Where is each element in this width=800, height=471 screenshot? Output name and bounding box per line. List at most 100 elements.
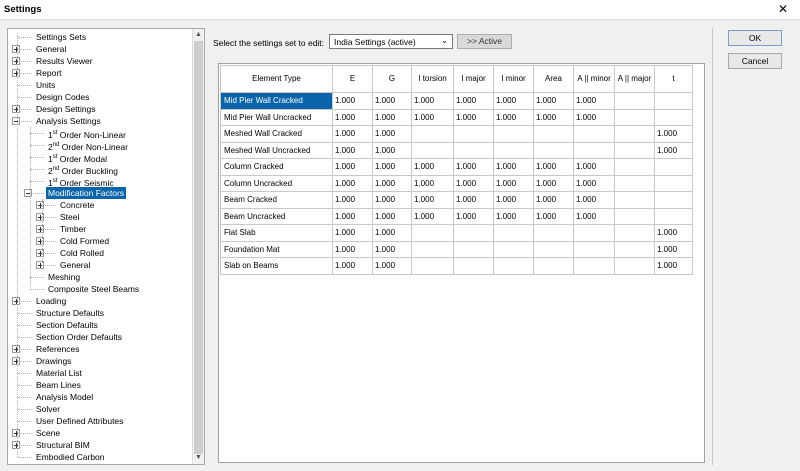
factor-cell[interactable]: 1.000 — [573, 174, 615, 192]
element-type-cell[interactable]: Beam Uncracked — [220, 207, 333, 225]
factor-cell[interactable]: 1.000 — [453, 191, 494, 209]
table-row[interactable]: Meshed Wall Cracked 1.000 1.000 1.000 — [220, 125, 693, 143]
factor-cell[interactable]: 1.000 — [332, 240, 373, 258]
factor-cell[interactable] — [654, 92, 693, 110]
expand-icon[interactable] — [12, 441, 20, 449]
expand-icon[interactable] — [12, 357, 20, 365]
factor-cell[interactable] — [493, 125, 534, 143]
factor-cell[interactable] — [493, 141, 534, 159]
table-row[interactable]: Mid Pier Wall Uncracked 1.000 1.000 1.000 1.… — [220, 108, 693, 126]
factor-cell[interactable] — [411, 240, 454, 258]
factor-cell[interactable]: 1.000 — [372, 141, 412, 159]
factor-cell[interactable]: 1.000 — [654, 240, 693, 258]
factor-cell[interactable]: 1.000 — [411, 108, 454, 126]
factor-cell[interactable]: 1.000 — [654, 257, 693, 275]
factor-cell[interactable]: 1.000 — [453, 92, 494, 110]
factor-cell[interactable] — [533, 240, 574, 258]
factor-cell[interactable]: 1.000 — [411, 207, 454, 225]
element-type-cell[interactable]: Flat Slab — [220, 224, 333, 242]
factor-cell[interactable]: 1.000 — [654, 125, 693, 143]
element-type-cell[interactable]: Mid Pier Wall Uncracked — [220, 108, 333, 126]
factor-cell[interactable]: 1.000 — [372, 158, 412, 176]
factor-cell[interactable]: 1.000 — [372, 207, 412, 225]
factor-cell[interactable] — [453, 257, 494, 275]
element-type-cell[interactable]: Column Cracked — [220, 158, 333, 176]
factor-cell[interactable]: 1.000 — [372, 92, 412, 110]
factor-cell[interactable]: 1.000 — [332, 158, 373, 176]
factor-cell[interactable]: 1.000 — [332, 257, 373, 275]
expand-icon[interactable] — [12, 105, 20, 113]
factor-cell[interactable]: 1.000 — [573, 108, 615, 126]
factor-cell[interactable] — [614, 191, 655, 209]
factor-cell[interactable] — [453, 125, 494, 143]
factor-cell[interactable] — [533, 224, 574, 242]
expand-icon[interactable] — [12, 429, 20, 437]
table-row[interactable]: Meshed Wall Uncracked 1.000 1.000 1.000 — [220, 141, 693, 159]
factor-cell[interactable]: 1.000 — [332, 141, 373, 159]
factor-cell[interactable]: 1.000 — [533, 174, 574, 192]
element-type-cell[interactable]: Foundation Mat — [220, 240, 333, 258]
factor-cell[interactable]: 1.000 — [332, 125, 373, 143]
table-row[interactable]: Column Uncracked 1.000 1.000 1.000 1.000 1.00… — [220, 174, 693, 192]
factor-cell[interactable] — [614, 125, 655, 143]
factor-cell[interactable]: 1.000 — [573, 158, 615, 176]
factor-cell[interactable]: 1.000 — [533, 92, 574, 110]
factor-cell[interactable] — [411, 257, 454, 275]
factor-cell[interactable] — [654, 174, 693, 192]
factor-cell[interactable]: 1.000 — [411, 191, 454, 209]
factor-cell[interactable]: 1.000 — [493, 108, 534, 126]
table-row[interactable]: Slab on Beams 1.000 1.000 1.000 — [220, 257, 693, 275]
factor-cell[interactable]: 1.000 — [493, 92, 534, 110]
factor-cell[interactable] — [614, 158, 655, 176]
factor-cell[interactable] — [411, 141, 454, 159]
expand-icon[interactable] — [12, 345, 20, 353]
factor-cell[interactable]: 1.000 — [493, 191, 534, 209]
factor-cell[interactable]: 1.000 — [533, 191, 574, 209]
factor-cell[interactable] — [573, 125, 615, 143]
close-icon[interactable]: ✕ — [778, 2, 788, 16]
factor-cell[interactable] — [614, 141, 655, 159]
factor-cell[interactable]: 1.000 — [411, 174, 454, 192]
table-row[interactable]: Beam Uncracked 1.000 1.000 1.000 1.000 1.000 1… — [220, 207, 693, 225]
ok-button[interactable]: OK — [728, 30, 782, 46]
factor-cell[interactable] — [573, 141, 615, 159]
expand-icon[interactable] — [12, 297, 20, 305]
factor-cell[interactable]: 1.000 — [372, 257, 412, 275]
element-type-cell[interactable]: Meshed Wall Cracked — [220, 125, 333, 143]
factor-cell[interactable] — [654, 207, 693, 225]
factor-cell[interactable] — [614, 108, 655, 126]
factor-cell[interactable]: 1.000 — [372, 108, 412, 126]
expand-icon[interactable] — [12, 45, 20, 53]
cancel-button[interactable]: Cancel — [728, 53, 782, 69]
factor-cell[interactable]: 1.000 — [372, 191, 412, 209]
factor-cell[interactable]: 1.000 — [372, 174, 412, 192]
factor-cell[interactable] — [411, 224, 454, 242]
factor-cell[interactable]: 1.000 — [493, 174, 534, 192]
factor-cell[interactable]: 1.000 — [411, 92, 454, 110]
factor-cell[interactable]: 1.000 — [372, 240, 412, 258]
element-type-cell[interactable]: Meshed Wall Uncracked — [220, 141, 333, 159]
factor-cell[interactable] — [614, 174, 655, 192]
factor-cell[interactable]: 1.000 — [493, 158, 534, 176]
factor-cell[interactable]: 1.000 — [372, 224, 412, 242]
factor-cell[interactable] — [614, 207, 655, 225]
scroll-thumb[interactable] — [194, 41, 203, 454]
factor-cell[interactable] — [573, 240, 615, 258]
factor-cell[interactable]: 1.000 — [573, 191, 615, 209]
factor-cell[interactable]: 1.000 — [654, 141, 693, 159]
factor-cell[interactable]: 1.000 — [332, 191, 373, 209]
factor-cell[interactable]: 1.000 — [453, 207, 494, 225]
factor-cell[interactable] — [614, 224, 655, 242]
factor-cell[interactable]: 1.000 — [654, 224, 693, 242]
factor-cell[interactable] — [493, 224, 534, 242]
collapse-icon[interactable] — [12, 117, 20, 125]
factor-cell[interactable]: 1.000 — [573, 92, 615, 110]
factor-cell[interactable] — [614, 240, 655, 258]
factor-cell[interactable] — [654, 108, 693, 126]
settings-set-dropdown[interactable]: India Settings (active) ⌄ — [329, 34, 453, 49]
table-row[interactable]: Foundation Mat 1.000 1.000 1.000 — [220, 240, 693, 258]
element-type-cell[interactable]: Slab on Beams — [220, 257, 333, 275]
factor-cell[interactable] — [411, 125, 454, 143]
set-active-button[interactable]: >> Active — [457, 34, 512, 49]
factor-cell[interactable] — [453, 141, 494, 159]
